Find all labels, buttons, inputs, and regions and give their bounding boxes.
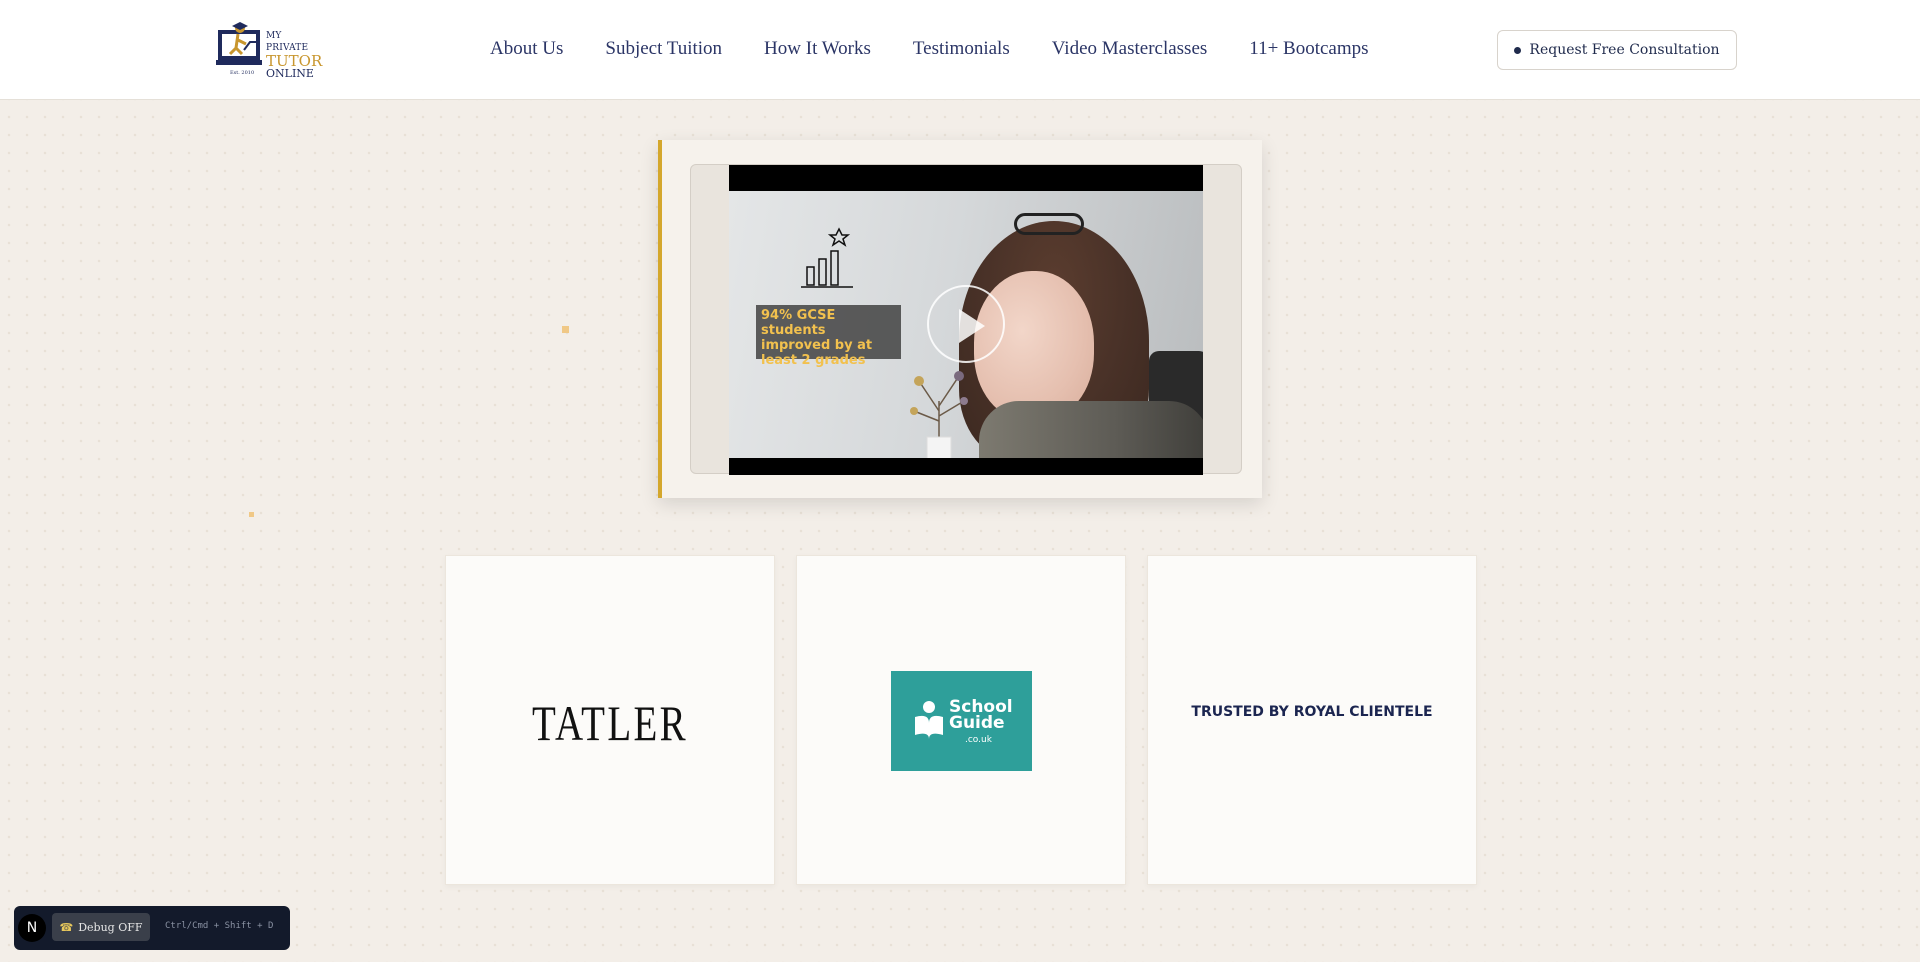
nav-bootcamps[interactable]: 11+ Bootcamps <box>1249 38 1368 60</box>
school-guide-text: School Guide <box>949 699 1013 733</box>
press-card-tatler: TATLER <box>445 555 775 885</box>
bar-chart-star-icon <box>801 227 853 288</box>
logo-line1: MY PRIVATE <box>266 31 309 53</box>
tatler-logo: TATLER <box>531 695 689 751</box>
video-thumbnail: 94% GCSE students improved by at least 2… <box>729 191 1203 458</box>
nav-video-masterclasses[interactable]: Video Masterclasses <box>1052 38 1208 60</box>
decorative-square <box>562 326 569 333</box>
person-shirt <box>979 401 1203 458</box>
school-guide-line2: Guide <box>949 713 1005 733</box>
decorative-square <box>249 512 254 517</box>
video-player[interactable]: 94% GCSE students improved by at least 2… <box>729 165 1203 475</box>
nav-subject-tuition[interactable]: Subject Tuition <box>605 38 722 60</box>
sunglasses-shape <box>1014 213 1084 235</box>
cta-label: Request Free Consultation <box>1529 42 1720 58</box>
school-guide-logo: School Guide .co.uk <box>891 671 1032 771</box>
play-icon[interactable] <box>927 285 1005 363</box>
debug-toolbar: N ☎ Debug OFF Ctrl/Cmd + Shift + D <box>14 906 290 950</box>
phone-icon: ☎ <box>59 920 74 934</box>
logo-est: Est. 2010 <box>230 70 255 76</box>
royal-clientele-text: TRUSTED BY ROYAL CLIENTELE <box>1191 704 1433 720</box>
main-nav: About Us Subject Tuition How It Works Te… <box>490 38 1411 60</box>
press-card-school-guide: School Guide .co.uk <box>796 555 1126 885</box>
bullet-icon <box>1514 46 1522 54</box>
debug-toggle-label: Debug OFF <box>78 920 143 934</box>
video-card: 94% GCSE students improved by at least 2… <box>658 140 1262 498</box>
nav-how-it-works[interactable]: How It Works <box>764 38 871 60</box>
request-consultation-button[interactable]: Request Free Consultation <box>1497 30 1737 70</box>
nav-testimonials[interactable]: Testimonials <box>913 38 1010 60</box>
site-logo[interactable]: MY PRIVATE TUTOR ONLINE Est. 2010 <box>216 20 326 80</box>
nav-about-us[interactable]: About Us <box>490 38 563 60</box>
stat-overlay: 94% GCSE students improved by at least 2… <box>756 305 901 368</box>
site-header: MY PRIVATE TUTOR ONLINE Est. 2010 About … <box>0 0 1920 100</box>
debug-toggle-button[interactable]: ☎ Debug OFF <box>52 913 150 941</box>
debug-shortcut-hint: Ctrl/Cmd + Shift + D <box>165 921 274 931</box>
school-guide-sub: .co.uk <box>965 735 992 745</box>
video-frame: 94% GCSE students improved by at least 2… <box>690 164 1242 475</box>
logo-wordmark: MY PRIVATE TUTOR ONLINE <box>266 30 326 80</box>
book-reader-icon <box>915 701 943 739</box>
logo-line2: TUTOR <box>266 52 323 70</box>
next-logo-button[interactable]: N <box>18 914 46 942</box>
press-card-royal: TRUSTED BY ROYAL CLIENTELE <box>1147 555 1477 885</box>
tutor-laptop-icon <box>216 22 262 65</box>
